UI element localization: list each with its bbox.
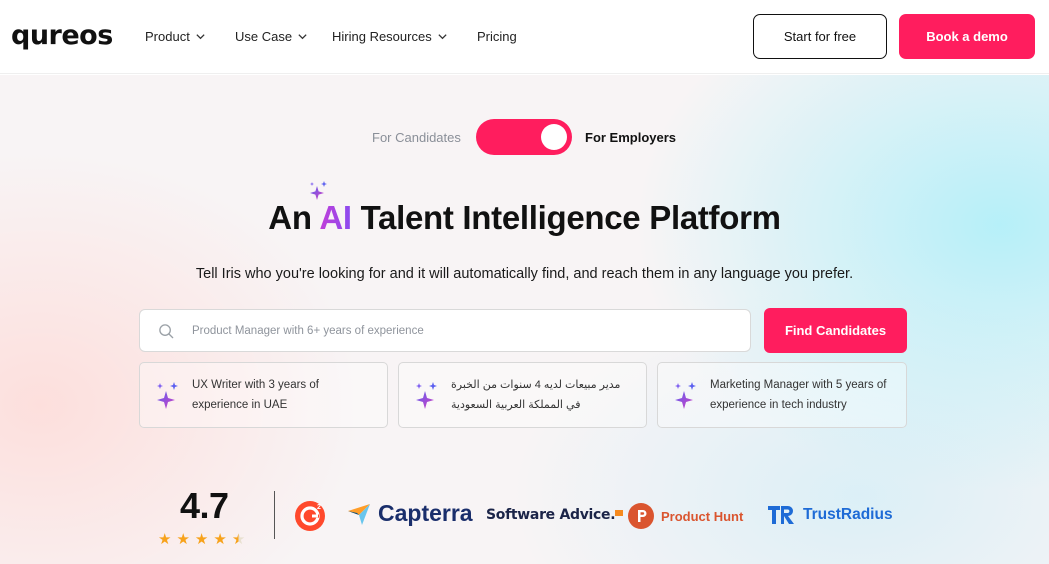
star-icon: ★ [213, 531, 227, 548]
half-star-icon: ★ [231, 531, 246, 548]
product-hunt-logo[interactable]: Product Hunt [627, 502, 743, 530]
star-icon: ★ [194, 531, 209, 548]
toggle-label-candidates[interactable]: For Candidates [372, 130, 461, 145]
nav-item-use-case[interactable]: Use Case [235, 29, 308, 44]
toggle-knob [541, 124, 567, 150]
hero-title: An AI Talent Intelligence Platform [0, 199, 1049, 237]
rating-score: 4.7 [180, 485, 229, 526]
qureos-logo[interactable]: qureos [11, 20, 113, 51]
candidate-search-box[interactable] [139, 309, 751, 352]
audience-toggle[interactable] [476, 119, 572, 155]
capterra-wordmark: Capterra [378, 500, 473, 526]
suggestion-text: Marketing Manager with 5 years of experi… [710, 379, 887, 411]
suggestion-card[interactable]: UX Writer with 3 years of experience in … [139, 362, 388, 428]
rating-divider [274, 491, 275, 539]
nav-item-label: Pricing [477, 29, 517, 44]
top-navigation: qureos Product Use Case Hiring Resources… [0, 0, 1049, 74]
chevron-down-icon [196, 34, 205, 40]
software-advice-logo[interactable]: Software Advice. [486, 507, 624, 523]
trustradius-wordmark: TrustRadius [803, 506, 893, 523]
chevron-down-icon [298, 34, 307, 40]
g2-icon: 2 [295, 501, 325, 531]
nav-item-product[interactable]: Product [145, 29, 206, 44]
hero-title-ai: AI [319, 199, 352, 236]
chevron-down-icon [438, 34, 447, 40]
product-hunt-wordmark: Product Hunt [661, 508, 744, 524]
suggestion-card[interactable]: مدير مبيعات لديه 4 سنوات من الخبرة في ال… [398, 362, 647, 428]
trustradius-icon [768, 506, 794, 524]
g2-logo[interactable]: 2 [293, 498, 329, 534]
svg-text:2: 2 [317, 504, 321, 511]
start-for-free-button[interactable]: Start for free [753, 14, 887, 59]
hero-title-part: Talent Intelligence Platform [351, 199, 781, 236]
search-input[interactable] [192, 310, 732, 351]
book-demo-button[interactable]: Book a demo [899, 14, 1035, 59]
find-candidates-button[interactable]: Find Candidates [764, 308, 907, 353]
nav-item-label: Product [145, 29, 190, 44]
capterra-logo[interactable]: Capterra [348, 500, 473, 527]
search-icon [159, 324, 174, 339]
suggestion-text: UX Writer with 3 years of experience in … [192, 379, 319, 411]
rating-stars: ★ ★ ★ ★ ★ [158, 532, 245, 547]
trustradius-logo[interactable]: TrustRadius [767, 503, 893, 527]
software-advice-accent [615, 510, 624, 516]
suggestion-card[interactable]: Marketing Manager with 5 years of experi… [657, 362, 907, 428]
nav-item-pricing[interactable]: Pricing [477, 29, 517, 44]
sparkle-icon [157, 382, 178, 409]
sparkle-icon [675, 382, 696, 409]
toggle-label-employers[interactable]: For Employers [585, 130, 676, 145]
nav-item-label: Hiring Resources [332, 29, 432, 44]
nav-item-label: Use Case [235, 29, 293, 44]
software-advice-wordmark: Software Advice. [486, 507, 616, 523]
nav-item-hiring-resources[interactable]: Hiring Resources [332, 29, 448, 44]
star-icon: ★ [158, 531, 172, 548]
sparkle-icon [416, 382, 437, 409]
hero-title-part: An [268, 199, 320, 236]
hero-subtitle: Tell Iris who you're looking for and it … [195, 266, 854, 282]
star-icon: ★ [176, 531, 190, 548]
product-hunt-icon [628, 503, 654, 529]
suggestion-text: مدير مبيعات لديه 4 سنوات من الخبرة في ال… [451, 379, 621, 411]
capterra-arrow-icon [348, 503, 370, 525]
